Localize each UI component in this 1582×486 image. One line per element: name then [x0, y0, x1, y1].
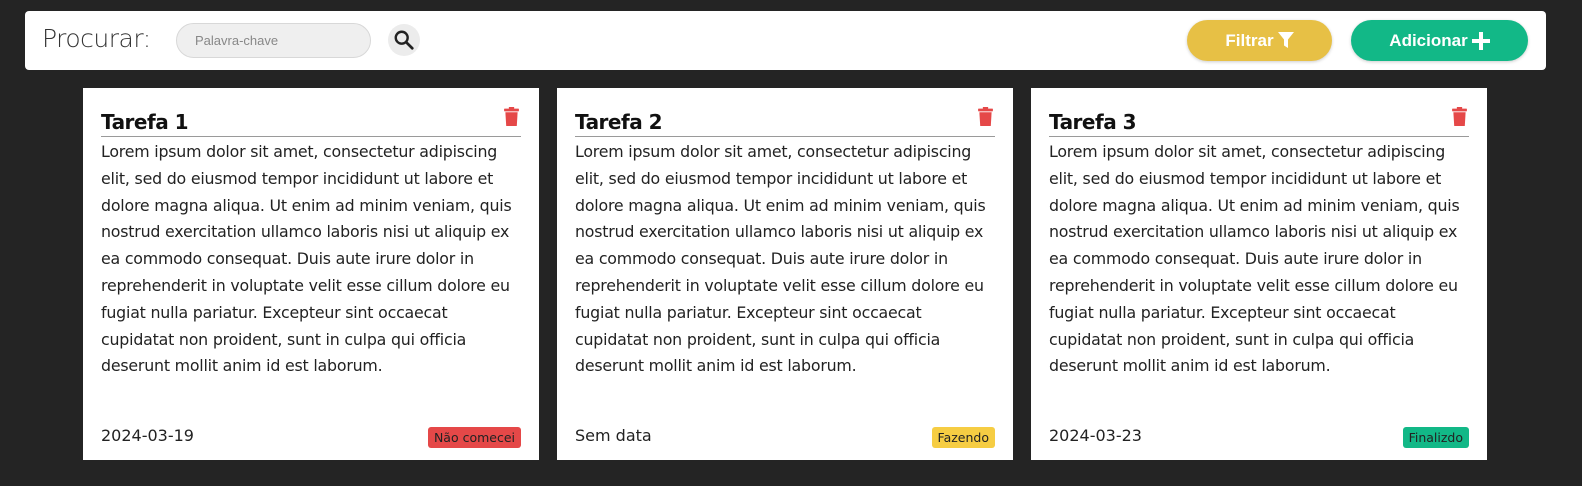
- add-button-label: Adicionar: [1389, 30, 1468, 50]
- add-button[interactable]: Adicionar: [1351, 20, 1528, 61]
- filter-button-label: Filtrar: [1225, 30, 1274, 50]
- status-badge: Fazendo: [931, 427, 995, 448]
- card-title: Tarefa 1: [101, 107, 521, 137]
- card-description: Lorem ipsum dolor sit amet, consectetur …: [575, 142, 986, 376]
- trash-icon: [503, 107, 519, 126]
- trash-icon: [1451, 107, 1467, 126]
- delete-button[interactable]: [975, 107, 995, 129]
- plus-icon: [1471, 31, 1490, 50]
- trash-icon: [977, 107, 993, 126]
- top-bar: Procurar: Filtrar Adicionar: [25, 11, 1546, 70]
- search-icon: [394, 30, 414, 50]
- task-card: Tarefa 3 Lorem ipsum dolor sit amet, con…: [1031, 88, 1487, 460]
- delete-button[interactable]: [501, 107, 521, 129]
- search-input[interactable]: [176, 23, 371, 58]
- card-title: Tarefa 3: [1049, 107, 1469, 137]
- task-card: Tarefa 1 Lorem ipsum dolor sit amet, con…: [83, 88, 539, 460]
- status-badge: Finalizdo: [1402, 427, 1469, 448]
- card-date: 2024-03-23: [1049, 426, 1142, 445]
- status-badge: Não comecei: [427, 427, 521, 448]
- card-date: 2024-03-19: [101, 426, 194, 445]
- card-title: Tarefa 2: [575, 107, 995, 137]
- card-description: Lorem ipsum dolor sit amet, consectetur …: [101, 142, 512, 376]
- delete-button[interactable]: [1449, 107, 1469, 129]
- search-label: Procurar:: [42, 24, 151, 53]
- task-card: Tarefa 2 Lorem ipsum dolor sit amet, con…: [557, 88, 1013, 460]
- card-date: Sem data: [575, 426, 652, 445]
- filter-button[interactable]: Filtrar: [1187, 20, 1332, 61]
- card-description: Lorem ipsum dolor sit amet, consectetur …: [1049, 142, 1460, 376]
- filter-icon: [1277, 32, 1294, 48]
- search-button[interactable]: [388, 24, 420, 56]
